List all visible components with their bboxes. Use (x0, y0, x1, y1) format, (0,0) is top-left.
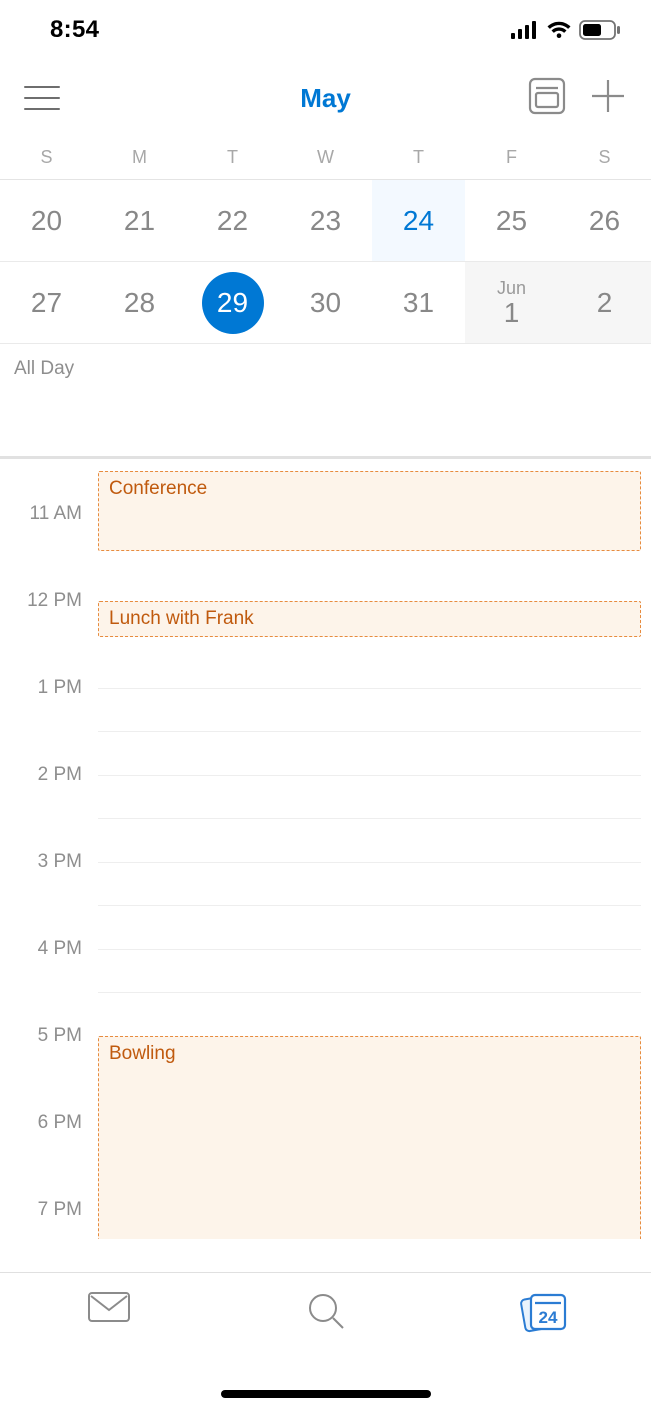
date-number: 31 (403, 289, 434, 317)
date-row: 27 28 29 30 31 Jun 1 2 (0, 262, 651, 344)
date-number: 2 (597, 289, 613, 317)
date-number: 24 (403, 207, 434, 235)
view-toggle-button[interactable] (527, 76, 567, 121)
date-number: 27 (31, 289, 62, 317)
status-bar: 8:54 (0, 0, 651, 60)
date-number: 29 (217, 289, 248, 317)
hour-line (98, 949, 641, 950)
hour-line (98, 775, 641, 776)
hour-line (98, 688, 641, 689)
event-title: Lunch with Frank (109, 608, 254, 629)
time-label: 1 PM (38, 677, 82, 699)
date-cell[interactable]: 27 (0, 262, 93, 343)
weekday-label: S (0, 136, 93, 179)
event-block[interactable]: Lunch with Frank (98, 601, 641, 637)
date-cell[interactable]: 23 (279, 180, 372, 261)
time-label: 5 PM (38, 1025, 82, 1047)
weekday-label: S (558, 136, 651, 179)
date-cell-next-month[interactable]: 2 (558, 262, 651, 343)
date-number: 23 (310, 207, 341, 235)
date-number: 25 (496, 207, 527, 235)
date-month-label: Jun (497, 279, 526, 297)
date-number: 26 (589, 207, 620, 235)
time-label: 7 PM (38, 1199, 82, 1221)
hour-line (98, 818, 641, 819)
tab-calendar[interactable]: 24 (434, 1273, 651, 1410)
date-cell[interactable]: 25 (465, 180, 558, 261)
time-gutter: 11 AM 12 PM 1 PM 2 PM 3 PM 4 PM 5 PM 6 P… (0, 459, 98, 1239)
app-header: May (0, 60, 651, 136)
weekday-label: M (93, 136, 186, 179)
date-number: 21 (124, 207, 155, 235)
event-block[interactable]: Bowling (98, 1036, 641, 1239)
weekday-label: W (279, 136, 372, 179)
menu-button[interactable] (24, 86, 60, 110)
tab-bar: 24 (0, 1272, 651, 1410)
date-row: 20 21 22 23 24 25 26 (0, 180, 651, 262)
add-event-button[interactable] (589, 77, 627, 120)
time-label: 6 PM (38, 1112, 82, 1134)
date-cell-next-month[interactable]: Jun 1 (465, 262, 558, 343)
weekday-label: F (465, 136, 558, 179)
date-cell[interactable]: 22 (186, 180, 279, 261)
allday-label: All Day (0, 344, 98, 456)
tab-mail[interactable] (0, 1273, 217, 1410)
calendar-icon: 24 (517, 1291, 569, 1335)
date-cell-today[interactable]: 24 (372, 180, 465, 261)
status-icons (511, 20, 621, 40)
weekday-label: T (372, 136, 465, 179)
calendar-icon-date: 24 (538, 1308, 557, 1327)
time-label: 11 AM (30, 503, 82, 525)
date-cell[interactable]: 28 (93, 262, 186, 343)
search-icon (306, 1291, 346, 1336)
event-block[interactable]: Conference (98, 471, 641, 551)
weekday-header: S M T W T F S (0, 136, 651, 180)
allday-section[interactable]: All Day (0, 344, 651, 459)
date-number: 28 (124, 289, 155, 317)
month-title[interactable]: May (300, 83, 351, 114)
date-cell[interactable]: 26 (558, 180, 651, 261)
time-label: 2 PM (38, 764, 82, 786)
date-cell[interactable]: 30 (279, 262, 372, 343)
date-number: 30 (310, 289, 341, 317)
wifi-icon (547, 21, 571, 39)
date-number: 1 (504, 299, 520, 327)
cellular-icon (511, 21, 539, 39)
date-cell[interactable]: 20 (0, 180, 93, 261)
date-number: 20 (31, 207, 62, 235)
hour-line (98, 862, 641, 863)
time-label: 4 PM (38, 938, 82, 960)
status-time: 8:54 (50, 16, 99, 44)
battery-icon (579, 20, 621, 40)
date-cell[interactable]: 31 (372, 262, 465, 343)
date-cell[interactable]: 21 (93, 180, 186, 261)
event-title: Conference (109, 478, 207, 499)
hour-line (98, 992, 641, 993)
hour-line (98, 731, 641, 732)
event-title: Bowling (109, 1043, 176, 1064)
time-label: 12 PM (27, 590, 82, 612)
day-timeline[interactable]: 11 AM 12 PM 1 PM 2 PM 3 PM 4 PM 5 PM 6 P… (0, 459, 651, 1239)
weekday-label: T (186, 136, 279, 179)
time-label: 3 PM (38, 851, 82, 873)
date-cell-selected[interactable]: 29 (186, 262, 279, 343)
hour-line (98, 905, 641, 906)
home-indicator (221, 1390, 431, 1398)
date-number: 22 (217, 207, 248, 235)
mail-icon (87, 1291, 131, 1328)
event-area[interactable]: Conference Lunch with Frank Bowling (98, 459, 651, 1239)
